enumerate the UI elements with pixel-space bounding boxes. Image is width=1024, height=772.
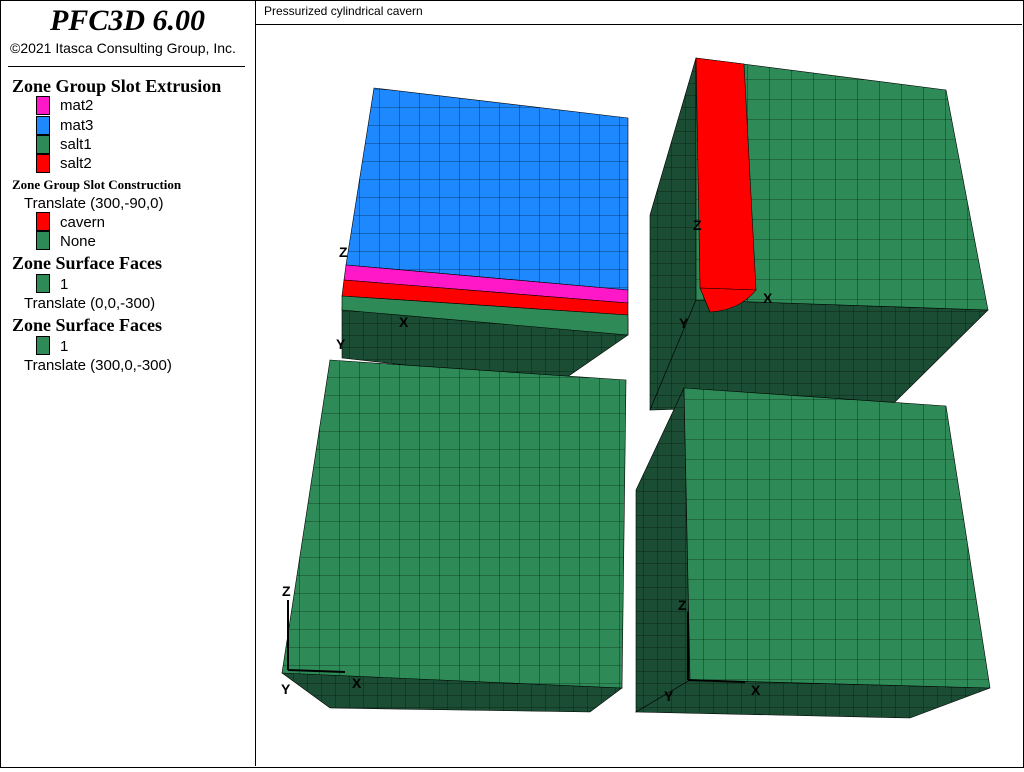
view-header: Pressurized cylindrical cavern — [256, 0, 1022, 25]
axis-y-label: Y — [336, 336, 346, 352]
construction-translate: Translate (300,-90,0) — [24, 195, 164, 212]
surface1-translate: Translate (0,0,-300) — [24, 295, 156, 312]
swatch-cavern — [36, 212, 50, 231]
axis-y-label: Y — [664, 688, 674, 704]
axis-x-label: X — [399, 314, 409, 330]
swatch-salt2 — [36, 154, 50, 173]
axis-x-label: X — [751, 682, 761, 698]
swatch-salt1 — [36, 135, 50, 154]
legend-item-cavern: cavern — [60, 214, 106, 231]
swatch-surface1 — [36, 274, 50, 293]
legend-panel: PFC3D 6.00 ©2021 Itasca Consulting Group… — [0, 0, 256, 766]
axis-z-label: Z — [678, 597, 687, 613]
model-viewport[interactable]: Z Y X Z X Y Z X Y Z X Y — [256, 25, 1022, 767]
axis-z-label: Z — [282, 583, 291, 599]
axis-x-label: X — [352, 675, 362, 691]
swatch-none — [36, 231, 50, 250]
block-construction: Z X Y — [649, 57, 989, 411]
legend-item-surface2: 1 — [60, 338, 69, 355]
axis-x-label: X — [763, 290, 773, 306]
legend-item-salt2: salt2 — [60, 155, 92, 172]
model-scene: Z Y X Z X Y Z X Y Z X Y — [281, 57, 991, 719]
surface1-title: Zone Surface Faces — [12, 253, 162, 273]
app-title: PFC3D 6.00 — [49, 4, 205, 37]
copyright: ©2021 Itasca Consulting Group, Inc. — [10, 40, 236, 56]
swatch-mat2 — [36, 96, 50, 115]
axis-z-label: Z — [339, 244, 348, 260]
swatch-mat3 — [36, 116, 50, 135]
surface2-title: Zone Surface Faces — [12, 315, 162, 335]
swatch-surface2 — [36, 336, 50, 355]
extrusion-title: Zone Group Slot Extrusion — [12, 76, 222, 96]
legend-item-surface1: 1 — [60, 276, 69, 293]
legend-item-none: None — [60, 233, 96, 250]
legend-item-salt1: salt1 — [60, 136, 92, 153]
construction-title: Zone Group Slot Construction — [12, 177, 182, 192]
block-extrusion: Z Y X — [336, 87, 629, 383]
legend-item-mat2: mat2 — [60, 97, 94, 114]
view-title: Pressurized cylindrical cavern — [264, 4, 423, 18]
legend-item-mat3: mat3 — [60, 117, 94, 134]
axis-y-label: Y — [281, 681, 291, 697]
axis-y-label: Y — [679, 315, 689, 331]
block-surface-2: Z X Y — [634, 387, 991, 719]
block-surface-1: Z X Y — [281, 359, 627, 713]
surface2-translate: Translate (300,0,-300) — [24, 357, 172, 374]
legend-divider — [8, 66, 245, 67]
axis-z-label: Z — [693, 217, 702, 233]
